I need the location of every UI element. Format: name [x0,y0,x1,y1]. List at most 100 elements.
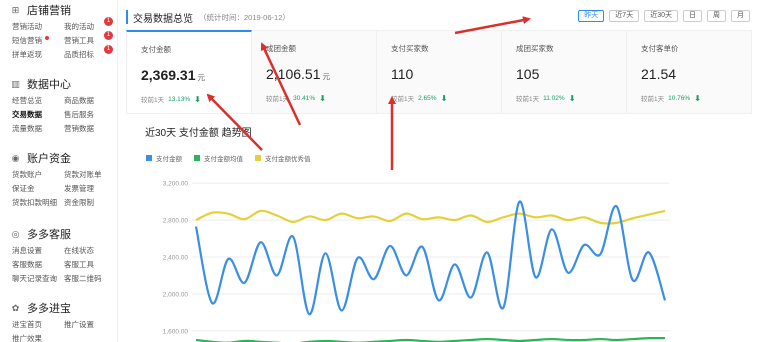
sidebar-item[interactable]: 经营总览 [12,96,64,106]
sidebar-item-label: 售后服务 [64,110,94,119]
sidebar-item-label: 品质招标 [64,50,94,59]
sidebar-item[interactable]: 短信营销 [12,36,64,46]
headset-icon: ◎ [11,228,20,239]
sidebar-item[interactable]: 进宝首页 [12,320,64,330]
sidebar-section-title[interactable]: ▥ 数据中心 [10,76,118,92]
sidebar-item-label: 交易数据 [12,110,42,119]
sidebar-section-title[interactable]: ◎ 多多客服 [10,226,118,242]
metric-card[interactable]: 支付买家数 110 较前1天 2.65% ⬇ [377,30,502,114]
sidebar-item[interactable]: 推广设置 [64,320,116,330]
metric-card[interactable]: 支付客单价 21.54 较前1天 10.76% ⬇ [627,30,752,114]
notification-badge: 1 [104,31,113,40]
metric-compare: 较前1天 11.02% ⬇ [516,93,576,104]
notification-dot [45,36,49,40]
metric-unit: 元 [322,72,331,81]
arrow-down-icon: ⬇ [694,93,701,103]
metric-compare: 较前1天 2.65% ⬇ [391,93,447,104]
legend-label: 支付金额优秀值 [265,156,311,163]
metric-label: 成团金额 [266,44,296,53]
compare-label: 较前1天 [141,97,165,104]
sidebar-item[interactable]: 聊天记录查询 [12,274,64,284]
trend-chart: 1,600.00 2,000.00 2,400.00 2,800.00 3,200.00 [163,181,669,342]
sidebar-section-title[interactable]: ⊞ 店铺营销 [10,2,118,18]
range-button[interactable]: 月 [731,10,750,22]
main-content: 交易数据总览 （统计时间：2019-06-12） 昨天 近7天 近30天日周月 支付… [120,0,759,342]
compare-label: 较前1天 [266,96,290,103]
sidebar-item-label: 流量数据 [12,124,42,133]
sidebar-item[interactable]: 消息设置 [12,246,64,256]
range-button[interactable]: 日 [683,10,702,22]
sidebar-item[interactable]: 商品数据 [64,96,116,106]
range-button[interactable]: 近30天 [644,10,678,22]
compare-label: 较前1天 [641,96,665,103]
sidebar-section-title[interactable]: ◉ 账户资金 [10,150,118,166]
sidebar-item[interactable]: 品质招标 1 [64,45,116,60]
y-tick-label: 2,000.00 [163,291,189,298]
range-button[interactable]: 近7天 [609,10,640,22]
sidebar-item[interactable]: 货款账户 [12,170,64,180]
sidebar-item[interactable]: 流量数据 [12,124,64,134]
gear-icon: ✿ [11,302,20,313]
sidebar-item[interactable]: 保证金 [12,184,64,194]
metric-label: 支付买家数 [391,44,429,53]
metric-value-row: 105 [516,66,626,82]
sidebar-item-label: 发票管理 [64,184,94,193]
sidebar-item[interactable]: 客服工具 [64,260,116,270]
metric-label: 成团买家数 [516,44,554,53]
sidebar-item[interactable]: 发票管理 [64,184,116,194]
sidebar: ⊞ 店铺营销 营销活动 我的活动 1 短信营销 营销工具 1 拼单返现 品质招标 1 ▥ 数据中心 经营总… [0,0,118,342]
sidebar-item-label: 营销工具 [64,36,94,45]
y-tick-label: 2,800.00 [163,218,189,225]
metric-cards: 支付金额 2,369.31 元较前1天 13.13% ⬇ 成团金额 2,106.51 元较前1… [126,30,752,114]
range-button[interactable]: 周 [707,10,726,22]
page-title-bar: 交易数据总览 （统计时间：2019-06-12） [126,10,290,25]
sidebar-section-label: 数据中心 [27,79,71,91]
legend-item[interactable]: 支付金额 [146,153,182,163]
sidebar-section-label: 账户资金 [27,153,71,165]
sidebar-item-label: 营销数据 [64,124,94,133]
sidebar-item-label: 推广效果 [12,334,42,342]
series-line-excellent [195,209,666,225]
metric-value-row: 110 [391,66,501,82]
sidebar-item[interactable]: 拼单返现 [12,50,64,60]
range-button[interactable]: 昨天 [578,10,605,22]
metric-card[interactable]: 支付金额 2,369.31 元较前1天 13.13% ⬇ [126,30,252,114]
metric-card[interactable]: 成团金额 2,106.51 元较前1天 30.41% ⬇ [252,30,377,114]
legend-label: 支付金额均值 [204,156,243,163]
legend-swatch [146,155,152,161]
sidebar-item[interactable]: 在线状态 [64,246,116,256]
sidebar-item[interactable]: 客服数据 [12,260,64,270]
sidebar-item-label: 商品数据 [64,96,94,105]
stat-time: （统计时间：2019-06-12） [199,12,290,22]
sidebar-item[interactable]: 售后服务 [64,110,116,120]
metric-unit: 元 [197,73,206,82]
sidebar-item[interactable]: 资金限制 [64,198,116,208]
sidebar-item-label: 我的活动 [64,22,94,31]
sidebar-item-label: 消息设置 [12,246,42,255]
sidebar-item-label: 进宝首页 [12,320,42,329]
sidebar-item-label: 保证金 [12,184,35,193]
sidebar-item[interactable]: 货款扣款明细 [12,198,64,208]
metric-label: 支付金额 [141,45,171,54]
metric-card[interactable]: 成团买家数 105 较前1天 11.02% ⬇ [502,30,627,114]
page-title: 交易数据总览 [133,13,193,25]
legend-item[interactable]: 支付金额优秀值 [255,153,311,163]
sidebar-item[interactable]: 交易数据 [12,110,64,120]
date-range-selector: 昨天 近7天 近30天日周月 [578,10,750,22]
sidebar-item[interactable]: 货款对账单 [64,170,116,180]
sidebar-section-title[interactable]: ✿ 多多进宝 [10,300,118,316]
legend-item[interactable]: 支付金额均值 [194,153,243,163]
sidebar-item[interactable]: 营销活动 [12,22,64,32]
arrow-down-icon: ⬇ [568,93,576,103]
metric-value: 2,106.51 [266,66,321,82]
sidebar-item[interactable]: 推广效果 [12,334,64,342]
sidebar-item[interactable]: 营销数据 [64,124,116,134]
sidebar-item-label: 客服工具 [64,260,94,269]
sidebar-item[interactable]: 客服二维码 [64,274,116,284]
sidebar-section: ◉ 账户资金货款账户 货款对账单保证金 发票管理 货款扣款明细 资金限制 [10,150,118,208]
sidebar-item-label: 客服二维码 [64,274,102,283]
metric-value-row: 21.54 [641,66,751,82]
metric-value: 105 [516,66,540,82]
sidebar-item-label: 推广设置 [64,320,94,329]
compare-label: 较前1天 [516,96,540,103]
